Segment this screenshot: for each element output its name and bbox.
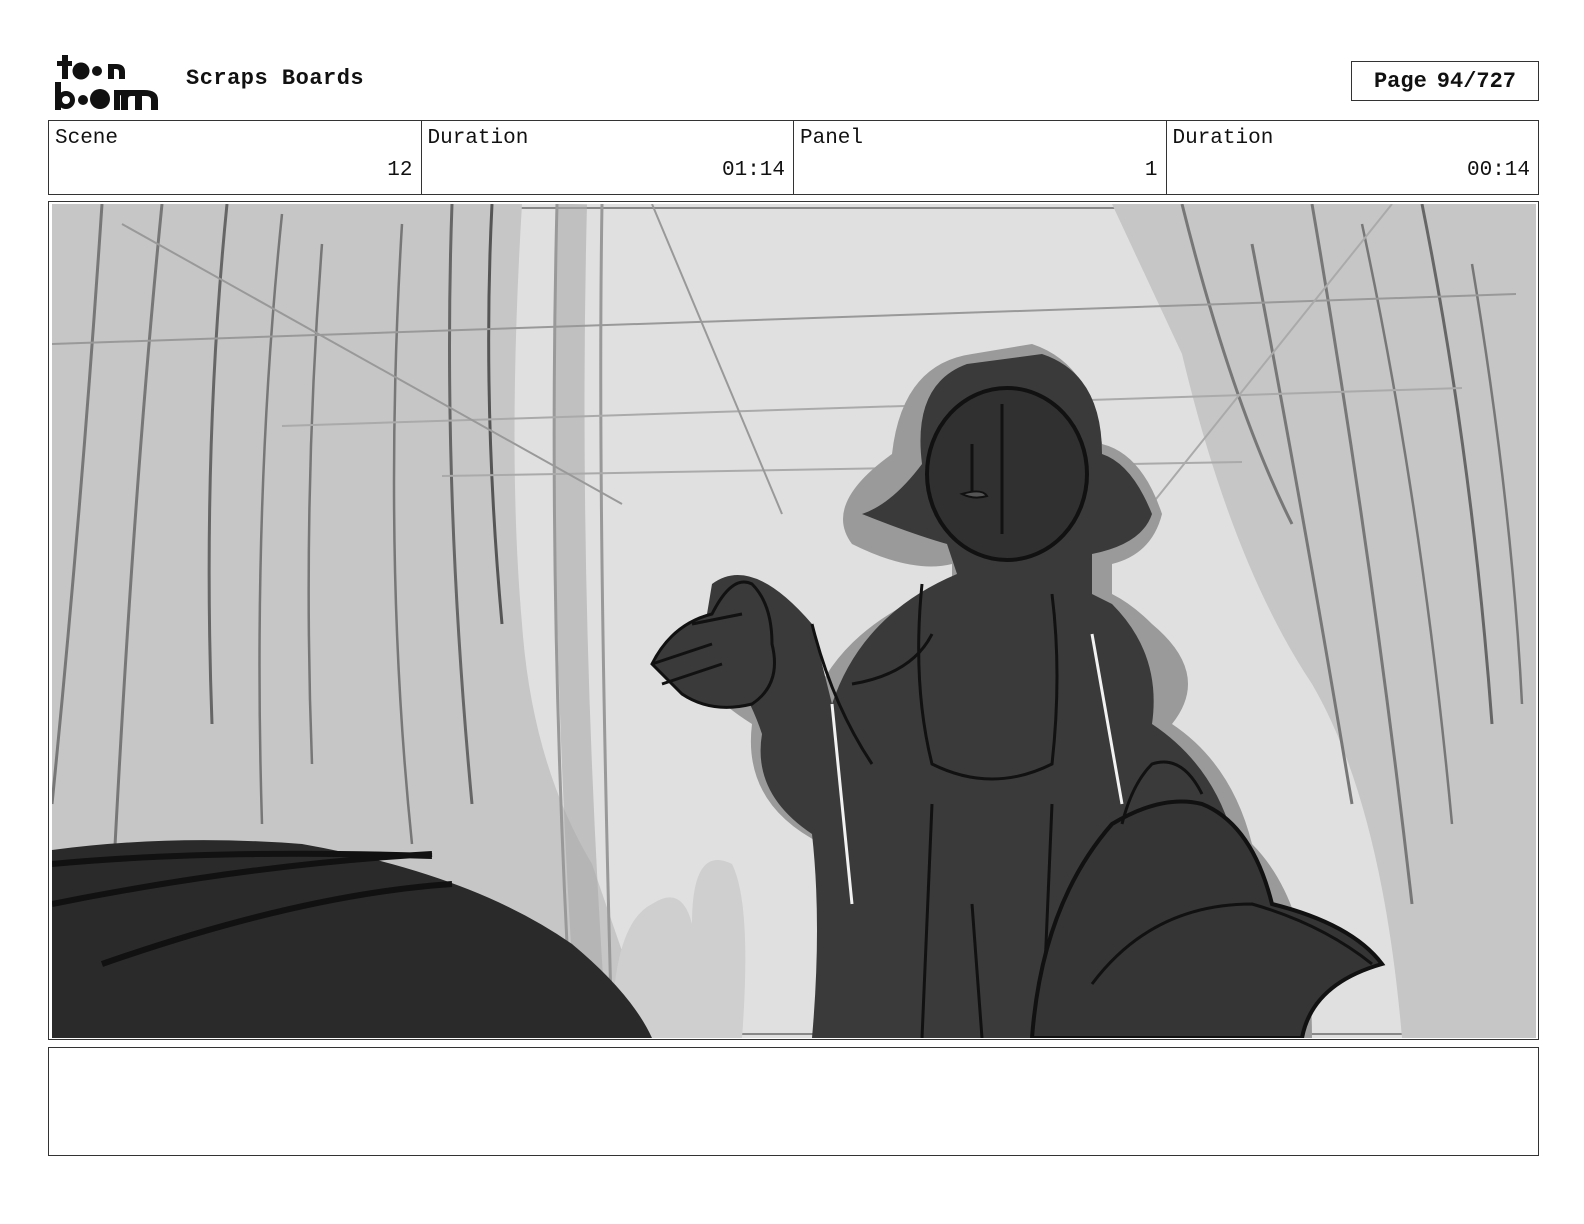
info-bar: Scene 12 Duration 01:14 Panel 1 Duration… bbox=[48, 120, 1539, 195]
page-number: 94/727 bbox=[1436, 68, 1517, 94]
scene-duration-cell: Duration 01:14 bbox=[420, 121, 794, 194]
scene-value: 12 bbox=[387, 159, 413, 182]
toon-boom-logo bbox=[55, 55, 158, 110]
scene-duration-value: 01:14 bbox=[721, 159, 785, 182]
panel-label: Panel bbox=[800, 127, 864, 150]
panel-value: 1 bbox=[1144, 159, 1158, 182]
storyboard-panel-image bbox=[52, 204, 1536, 1038]
panel-duration-cell: Duration 00:14 bbox=[1165, 121, 1539, 194]
page-label: Page bbox=[1373, 68, 1427, 94]
scene-cell: Scene 12 bbox=[49, 121, 421, 194]
panel-duration-label: Duration bbox=[1172, 127, 1274, 150]
scene-label: Scene bbox=[55, 127, 119, 150]
notes-box bbox=[48, 1047, 1539, 1156]
panel-cell: Panel 1 bbox=[793, 121, 1166, 194]
panel-duration-value: 00:14 bbox=[1466, 159, 1530, 182]
page-indicator: Page 94/727 bbox=[1351, 61, 1539, 101]
scene-duration-label: Duration bbox=[427, 127, 529, 150]
board-title: Scraps Boards bbox=[186, 66, 365, 91]
